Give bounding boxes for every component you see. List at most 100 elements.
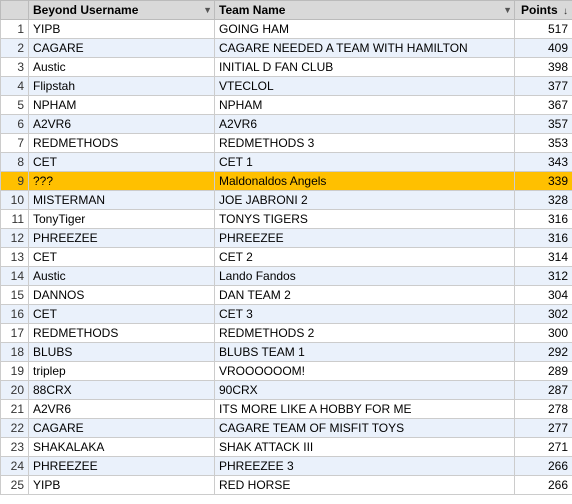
- teamname-cell: TONYS TIGERS: [215, 210, 515, 229]
- rank-cell: 6: [1, 115, 29, 134]
- rank-cell: 19: [1, 362, 29, 381]
- table-row: 10MISTERMANJOE JABRONI 2328: [1, 191, 572, 210]
- points-cell: 316: [515, 210, 572, 229]
- teamname-header[interactable]: Team Name ▼: [215, 1, 515, 20]
- points-cell: 316: [515, 229, 572, 248]
- rank-cell: 16: [1, 305, 29, 324]
- username-cell: CET: [29, 248, 215, 267]
- points-cell: 343: [515, 153, 572, 172]
- username-cell: REDMETHODS: [29, 134, 215, 153]
- table-row: 22CAGARECAGARE TEAM OF MISFIT TOYS277: [1, 419, 572, 438]
- points-cell: 314: [515, 248, 572, 267]
- teamname-cell: NPHAM: [215, 96, 515, 115]
- rank-cell: 7: [1, 134, 29, 153]
- teamname-filter-icon[interactable]: ▼: [503, 5, 512, 15]
- username-cell: Flipstah: [29, 77, 215, 96]
- teamname-cell: CAGARE NEEDED A TEAM WITH HAMILTON: [215, 39, 515, 58]
- username-cell: REDMETHODS: [29, 324, 215, 343]
- teamname-cell: BLUBS TEAM 1: [215, 343, 515, 362]
- table-row: 21A2VR6ITS MORE LIKE A HOBBY FOR ME278: [1, 400, 572, 419]
- rank-cell: 4: [1, 77, 29, 96]
- table-row: 14AusticLando Fandos312: [1, 267, 572, 286]
- username-cell: DANNOS: [29, 286, 215, 305]
- points-cell: 312: [515, 267, 572, 286]
- points-cell: 292: [515, 343, 572, 362]
- teamname-cell: PHREEZEE: [215, 229, 515, 248]
- username-cell: NPHAM: [29, 96, 215, 115]
- username-header-label: Beyond Username: [33, 3, 138, 17]
- rank-cell: 3: [1, 58, 29, 77]
- points-cell: 277: [515, 419, 572, 438]
- username-cell: YIPB: [29, 20, 215, 39]
- table-row: 2CAGARECAGARE NEEDED A TEAM WITH HAMILTO…: [1, 39, 572, 58]
- username-cell: PHREEZEE: [29, 229, 215, 248]
- points-cell: 377: [515, 77, 572, 96]
- points-cell: 302: [515, 305, 572, 324]
- points-cell: 304: [515, 286, 572, 305]
- table-row: 8CETCET 1343: [1, 153, 572, 172]
- table-row: 18BLUBSBLUBS TEAM 1292: [1, 343, 572, 362]
- table-row: 4FlipstahVTECLOL377: [1, 77, 572, 96]
- teamname-cell: VTECLOL: [215, 77, 515, 96]
- teamname-cell: Lando Fandos: [215, 267, 515, 286]
- rank-cell: 20: [1, 381, 29, 400]
- username-cell: Austic: [29, 267, 215, 286]
- rank-cell: 25: [1, 476, 29, 495]
- username-cell: SHAKALAKA: [29, 438, 215, 457]
- points-cell: 353: [515, 134, 572, 153]
- username-cell: PHREEZEE: [29, 457, 215, 476]
- points-cell: 289: [515, 362, 572, 381]
- teamname-cell: RED HORSE: [215, 476, 515, 495]
- table-row: 3AusticINITIAL D FAN CLUB398: [1, 58, 572, 77]
- table-row: 5NPHAMNPHAM367: [1, 96, 572, 115]
- rank-cell: 17: [1, 324, 29, 343]
- username-cell: CET: [29, 153, 215, 172]
- rank-cell: 10: [1, 191, 29, 210]
- username-cell: A2VR6: [29, 115, 215, 134]
- rank-cell: 23: [1, 438, 29, 457]
- points-cell: 278: [515, 400, 572, 419]
- username-cell: YIPB: [29, 476, 215, 495]
- teamname-cell: SHAK ATTACK III: [215, 438, 515, 457]
- points-cell: 398: [515, 58, 572, 77]
- points-cell: 266: [515, 457, 572, 476]
- teamname-cell: REDMETHODS 2: [215, 324, 515, 343]
- points-cell: 409: [515, 39, 572, 58]
- username-cell: CAGARE: [29, 419, 215, 438]
- teamname-cell: GOING HAM: [215, 20, 515, 39]
- rank-cell: 8: [1, 153, 29, 172]
- username-cell: triplep: [29, 362, 215, 381]
- points-cell: 357: [515, 115, 572, 134]
- table-row: 1↖YIPBGOING HAM517: [1, 20, 572, 39]
- username-cell: A2VR6: [29, 400, 215, 419]
- table-row: 15DANNOSDAN TEAM 2304: [1, 286, 572, 305]
- username-header[interactable]: Beyond Username ▼: [29, 1, 215, 20]
- rank-cell: 9: [1, 172, 29, 191]
- teamname-cell: A2VR6: [215, 115, 515, 134]
- teamname-cell: INITIAL D FAN CLUB: [215, 58, 515, 77]
- table-row: 2088CRX90CRX287: [1, 381, 572, 400]
- rank-cell: 24: [1, 457, 29, 476]
- teamname-cell: CAGARE TEAM OF MISFIT TOYS: [215, 419, 515, 438]
- points-header-label: Points: [521, 3, 558, 17]
- table-row: 13CETCET 2314: [1, 248, 572, 267]
- points-sort-icon[interactable]: ↓: [563, 6, 568, 17]
- teamname-cell: REDMETHODS 3: [215, 134, 515, 153]
- rank-header: [1, 1, 29, 20]
- teamname-cell: CET 2: [215, 248, 515, 267]
- teamname-cell: DAN TEAM 2: [215, 286, 515, 305]
- points-cell: 517: [515, 20, 572, 39]
- username-filter-icon[interactable]: ▼: [203, 5, 212, 15]
- username-cell: 88CRX: [29, 381, 215, 400]
- teamname-cell: 90CRX: [215, 381, 515, 400]
- leaderboard-table: Beyond Username ▼ Team Name ▼ Points ↓ 1…: [0, 0, 572, 504]
- points-cell: 271: [515, 438, 572, 457]
- rank-cell: 21: [1, 400, 29, 419]
- table-row: 16CETCET 3302: [1, 305, 572, 324]
- username-cell: Austic: [29, 58, 215, 77]
- points-cell: 266: [515, 476, 572, 495]
- table-row: 17REDMETHODSREDMETHODS 2300: [1, 324, 572, 343]
- points-header[interactable]: Points ↓: [515, 1, 572, 20]
- rank-cell: 1↖: [1, 20, 29, 39]
- rank-cell: 13: [1, 248, 29, 267]
